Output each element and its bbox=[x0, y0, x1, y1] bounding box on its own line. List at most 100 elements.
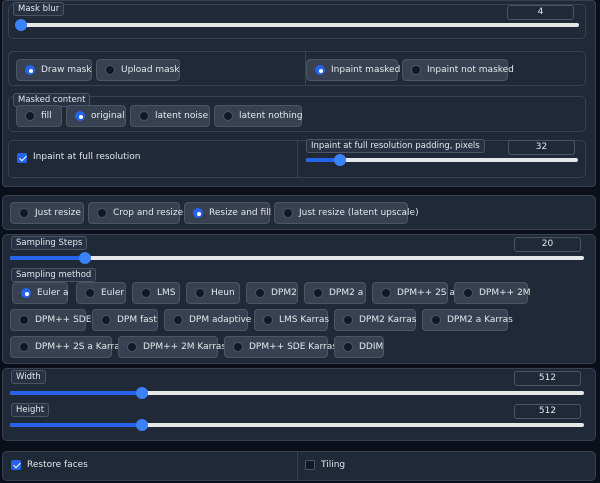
radio-label: Just resize bbox=[35, 208, 81, 218]
sampling-steps-slider[interactable] bbox=[10, 252, 584, 264]
sampler-lms-karras[interactable]: LMS Karras bbox=[254, 309, 329, 331]
radio-label: DPM++ 2S a Karras bbox=[35, 342, 125, 352]
radio-dot bbox=[101, 315, 111, 325]
radio-dot bbox=[315, 65, 325, 75]
radio-fill[interactable]: fill bbox=[16, 105, 62, 127]
radio-dot bbox=[343, 315, 353, 325]
padding-value-input[interactable]: 32 bbox=[508, 140, 575, 155]
radio-label: DPM2 a bbox=[329, 288, 364, 298]
radio-label: Inpaint not masked bbox=[427, 65, 514, 75]
sampler-euler-a[interactable]: Euler a bbox=[12, 282, 69, 304]
slider-thumb[interactable] bbox=[136, 387, 149, 399]
radio-label: DPM adaptive bbox=[189, 315, 252, 325]
radio-dot bbox=[343, 342, 353, 352]
sampler-dpmpp-2m-karras[interactable]: DPM++ 2M Karras bbox=[118, 336, 226, 358]
mask-blur-block: Mask blur 4 bbox=[8, 2, 586, 39]
slider-thumb[interactable] bbox=[334, 154, 346, 166]
radio-upload-mask[interactable]: Upload mask bbox=[96, 59, 180, 81]
radio-dot bbox=[283, 208, 293, 218]
width-slider[interactable] bbox=[10, 387, 584, 399]
radio-dot bbox=[431, 315, 441, 325]
radio-dot bbox=[263, 315, 273, 325]
radio-label: Heun bbox=[211, 288, 235, 298]
radio-dot bbox=[97, 208, 107, 218]
radio-inpaint-masked[interactable]: Inpaint masked bbox=[306, 59, 400, 81]
slider-thumb[interactable] bbox=[78, 252, 91, 264]
radio-label: DPM++ 2M bbox=[479, 288, 531, 298]
divider bbox=[297, 141, 298, 177]
width-value-input[interactable]: 512 bbox=[514, 371, 581, 386]
sampler-dpmpp-sde[interactable]: DPM++ SDE bbox=[10, 309, 91, 331]
divider bbox=[297, 452, 298, 480]
radio-label: Just resize (latent upscale) bbox=[299, 208, 419, 218]
mask-blur-value-input[interactable]: 4 bbox=[507, 5, 574, 20]
radio-resize-and-fill[interactable]: Resize and fill bbox=[184, 202, 271, 224]
restore-faces-label: Restore faces bbox=[27, 460, 88, 470]
radio-dot bbox=[193, 208, 203, 218]
radio-dot bbox=[381, 288, 391, 298]
width-label: Width bbox=[11, 370, 46, 384]
radio-dot bbox=[233, 342, 243, 352]
slider-thumb[interactable] bbox=[14, 19, 27, 31]
radio-dot bbox=[195, 288, 205, 298]
padding-slider[interactable] bbox=[306, 154, 578, 166]
radio-latent-noise[interactable]: latent noise bbox=[130, 105, 210, 127]
radio-label: LMS bbox=[157, 288, 176, 298]
radio-just-resize-latent-upscale[interactable]: Just resize (latent upscale) bbox=[274, 202, 419, 224]
sampler-dpm2[interactable]: DPM2 bbox=[246, 282, 298, 304]
tiling-label: Tiling bbox=[321, 460, 346, 470]
slider-track bbox=[15, 23, 579, 27]
sampling-steps-value-input[interactable]: 20 bbox=[514, 237, 581, 252]
sampler-heun[interactable]: Heun bbox=[186, 282, 240, 304]
sampler-dpmpp-2m[interactable]: DPM++ 2M bbox=[454, 282, 531, 304]
sampling-steps-label: Sampling Steps bbox=[11, 236, 88, 250]
radio-label: Euler bbox=[101, 288, 125, 298]
sampler-dpm-adaptive[interactable]: DPM adaptive bbox=[164, 309, 252, 331]
radio-dot bbox=[463, 288, 473, 298]
radio-dot bbox=[173, 315, 183, 325]
radio-label: latent nothing bbox=[239, 111, 303, 121]
radio-dot bbox=[75, 111, 85, 121]
radio-latent-nothing[interactable]: latent nothing bbox=[214, 105, 303, 127]
sampler-ddim[interactable]: DDIM bbox=[334, 336, 384, 358]
radio-dot bbox=[223, 111, 233, 121]
sampler-euler[interactable]: Euler bbox=[76, 282, 126, 304]
radio-crop-and-resize[interactable]: Crop and resize bbox=[88, 202, 183, 224]
sampling-method-label: Sampling method bbox=[11, 268, 97, 282]
restore-faces-checkbox[interactable] bbox=[11, 460, 21, 470]
height-value-input[interactable]: 512 bbox=[514, 404, 581, 419]
mask-blur-slider[interactable] bbox=[14, 19, 579, 31]
slider-track bbox=[10, 256, 584, 260]
radio-original[interactable]: original bbox=[66, 105, 126, 127]
sampler-lms[interactable]: LMS bbox=[132, 282, 180, 304]
sampler-dpmpp-sde-karras[interactable]: DPM++ SDE Karras bbox=[224, 336, 337, 358]
sampler-dpm2-karras[interactable]: DPM2 Karras bbox=[334, 309, 416, 331]
sampler-dpm2-a[interactable]: DPM2 a bbox=[304, 282, 366, 304]
tiling-checkbox[interactable] bbox=[305, 460, 315, 470]
slider-track bbox=[306, 158, 578, 162]
radio-label: Upload mask bbox=[121, 65, 180, 75]
radio-label: original bbox=[91, 111, 125, 121]
radio-dot bbox=[19, 208, 29, 218]
radio-label: DPM2 a Karras bbox=[447, 315, 513, 325]
sampler-dpm-fast[interactable]: DPM fast bbox=[92, 309, 158, 331]
inpaint-full-res-label: Inpaint at full resolution bbox=[33, 152, 141, 162]
radio-dot bbox=[139, 111, 149, 121]
padding-label: Inpaint at full resolution padding, pixe… bbox=[306, 139, 485, 153]
radio-dot bbox=[19, 342, 29, 352]
sampler-dpm2-a-karras[interactable]: DPM2 a Karras bbox=[422, 309, 513, 331]
slider-thumb[interactable] bbox=[136, 419, 149, 431]
sampler-dpmpp-2s-a[interactable]: DPM++ 2S a bbox=[372, 282, 455, 304]
radio-just-resize[interactable]: Just resize bbox=[10, 202, 84, 224]
radio-dot bbox=[21, 288, 31, 298]
radio-inpaint-not-masked[interactable]: Inpaint not masked bbox=[402, 59, 514, 81]
radio-draw-mask[interactable]: Draw mask bbox=[16, 59, 92, 81]
inpaint-full-res-checkbox[interactable] bbox=[17, 153, 27, 163]
radio-label: DPM2 bbox=[271, 288, 297, 298]
radio-label: latent noise bbox=[155, 111, 209, 121]
height-slider[interactable] bbox=[10, 419, 584, 431]
sampler-dpmpp-2s-a-karras[interactable]: DPM++ 2S a Karras bbox=[10, 336, 124, 358]
radio-label: DPM++ SDE bbox=[35, 315, 92, 325]
radio-label: DDIM bbox=[359, 342, 384, 352]
radio-label: Euler a bbox=[37, 288, 69, 298]
